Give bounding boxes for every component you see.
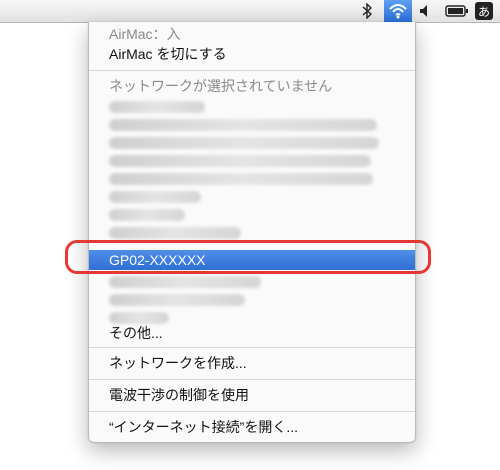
- input-method-icon[interactable]: あ: [475, 2, 493, 20]
- turn-airmac-off-item[interactable]: AirMac を切にする: [89, 44, 415, 64]
- wifi-dropdown-menu: AirMac：入 AirMac を切にする ネットワークが選択されていません G…: [88, 22, 416, 443]
- other-networks-item[interactable]: その他...: [89, 323, 415, 343]
- blurred-network-item[interactable]: [109, 227, 241, 239]
- blurred-network-item[interactable]: [109, 276, 261, 288]
- bluetooth-icon[interactable]: [358, 0, 376, 22]
- volume-icon[interactable]: [416, 0, 436, 22]
- blurred-network-item[interactable]: [109, 294, 245, 306]
- open-internet-connect-item[interactable]: “インターネット接続”を開く...: [89, 417, 415, 437]
- menu-separator: [89, 347, 415, 348]
- create-network-item[interactable]: ネットワークを作成...: [89, 353, 415, 373]
- blurred-network-item[interactable]: [109, 101, 205, 113]
- wifi-icon[interactable]: [384, 0, 412, 22]
- desktop-screen: あ AirMac：入 AirMac を切にする ネットワークが選択されていません…: [0, 0, 500, 470]
- blurred-network-item[interactable]: [109, 119, 377, 131]
- blurred-network-item[interactable]: [109, 137, 379, 149]
- menu-separator: [89, 411, 415, 412]
- menu-separator: [89, 379, 415, 380]
- menu-bar: あ: [0, 0, 500, 23]
- airmac-status-label: AirMac：入: [109, 26, 181, 42]
- blurred-network-item[interactable]: [109, 155, 371, 167]
- blurred-network-item[interactable]: [109, 173, 373, 185]
- battery-icon[interactable]: [444, 0, 470, 22]
- blurred-network-item[interactable]: [109, 191, 201, 203]
- interference-robustness-item[interactable]: 電波干渉の制御を使用: [89, 385, 415, 405]
- menu-separator: [89, 70, 415, 71]
- no-network-selected-label: ネットワークが選択されていません: [109, 78, 333, 94]
- blurred-network-item[interactable]: [109, 209, 185, 221]
- selected-network-item[interactable]: GP02-XXXXXX: [89, 250, 415, 270]
